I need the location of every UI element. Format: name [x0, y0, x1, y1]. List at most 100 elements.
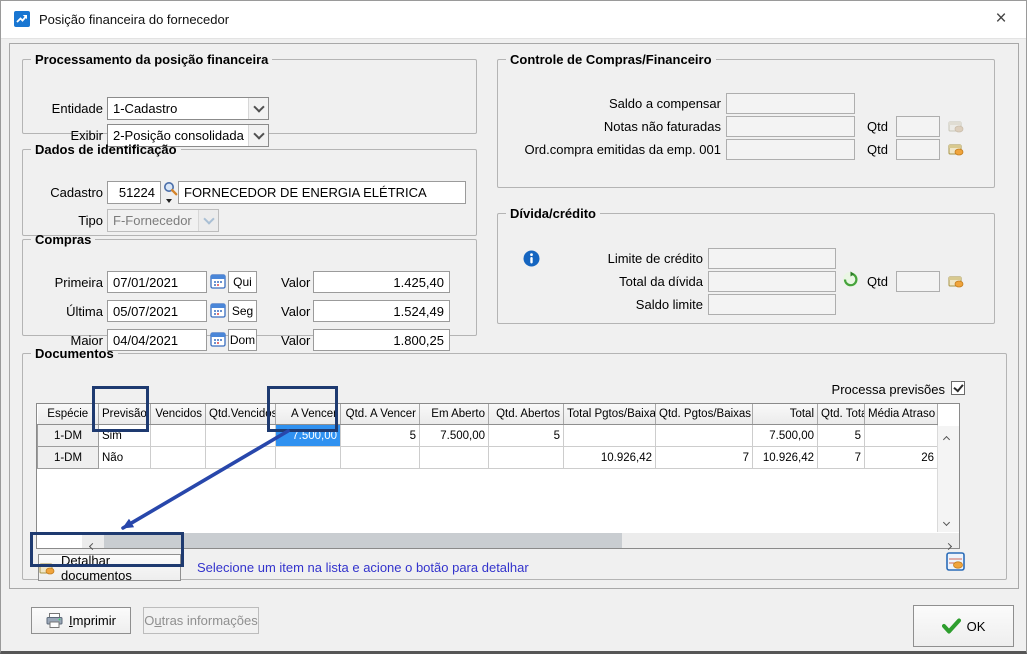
qtd-label: Qtd: [848, 119, 888, 135]
open-folder-hand-icon[interactable]: [948, 273, 964, 292]
compra-ultima-dia: Seg: [228, 300, 257, 322]
doc-cell[interactable]: 7: [656, 447, 753, 469]
day-value: Seg: [232, 304, 253, 318]
entidade-value: 1-Cadastro: [108, 101, 248, 116]
doc-col-header[interactable]: Total: [753, 404, 818, 425]
doc-cell[interactable]: Não: [99, 447, 151, 469]
date-value: 05/07/2021: [113, 304, 178, 319]
doc-cell[interactable]: [656, 425, 753, 447]
outras-informacoes-label: Outras informações: [144, 613, 257, 628]
close-icon[interactable]: ×: [988, 7, 1014, 31]
exibir-value: 2-Posição consolidada: [108, 128, 248, 143]
group-divida-title: Dívida/crédito: [506, 206, 600, 221]
grid-hand-icon[interactable]: [946, 552, 965, 574]
doc-cell[interactable]: 7.500,00: [276, 425, 341, 447]
ord-compra-field: [726, 139, 855, 160]
compra-primeira-data[interactable]: 07/01/2021: [107, 271, 207, 293]
doc-cell[interactable]: 10.926,42: [753, 447, 818, 469]
doc-col-header[interactable]: Qtd. Abertos: [489, 404, 564, 425]
scroll-down-icon[interactable]: [944, 513, 949, 528]
doc-cell[interactable]: Sim: [99, 425, 151, 447]
ord-qtd-field: [896, 139, 940, 160]
calendar-icon[interactable]: [210, 273, 226, 292]
doc-col-header[interactable]: Vencidos: [151, 404, 206, 425]
doc-col-header[interactable]: Qtd. A Vencer: [341, 404, 420, 425]
doc-cell[interactable]: 10.926,42: [564, 447, 656, 469]
compra-primeira-valor: 1.425,40: [313, 271, 450, 293]
app-icon: [14, 11, 30, 27]
detalhar-documentos-button[interactable]: Detalhar documentos: [38, 554, 181, 581]
group-controle: Controle de Compras/Financeiro Saldo a c…: [497, 52, 995, 188]
doc-cell[interactable]: [865, 425, 938, 447]
doc-cell[interactable]: [564, 425, 656, 447]
doc-row[interactable]: 1-DMNão10.926,42710.926,42726: [38, 447, 938, 469]
doc-col-header[interactable]: Média Atraso: [865, 404, 938, 425]
doc-col-header[interactable]: Espécie: [38, 404, 99, 425]
entidade-select[interactable]: 1-Cadastro: [107, 97, 269, 120]
scroll-left-icon[interactable]: [87, 537, 95, 552]
search-options-arrow-icon[interactable]: [166, 199, 172, 203]
total-divida-field: [708, 271, 836, 292]
printer-icon: [46, 613, 63, 628]
compra-ultima-data[interactable]: 05/07/2021: [107, 300, 207, 322]
doc-col-header[interactable]: Qtd. Total: [818, 404, 865, 425]
open-folder-hand-icon: [948, 118, 964, 137]
tipo-value: F-Fornecedor: [108, 213, 198, 228]
group-compras: Compras Primeira 07/01/2021 Qui Valor 1.…: [22, 232, 477, 336]
group-controle-title: Controle de Compras/Financeiro: [506, 52, 716, 67]
horizontal-scrollbar[interactable]: [82, 533, 959, 548]
chevron-down-icon: [198, 210, 218, 231]
ok-label: OK: [967, 619, 986, 634]
chevron-down-icon[interactable]: [248, 98, 268, 119]
search-icon[interactable]: [163, 181, 178, 199]
detalhar-hint-text: Selecione um item na lista e acione o bo…: [197, 560, 529, 575]
doc-cell[interactable]: 1-DM: [38, 447, 99, 469]
scroll-right-icon[interactable]: [946, 537, 954, 552]
doc-cell[interactable]: [206, 425, 276, 447]
cadastro-nome-field[interactable]: FORNECEDOR DE ENERGIA ELÉTRICA: [178, 181, 466, 204]
open-folder-hand-icon: [39, 560, 55, 576]
doc-row[interactable]: 1-DMSim7.500,0057.500,0057.500,005: [38, 425, 938, 447]
vertical-scrollbar[interactable]: [937, 426, 959, 532]
ord-compra-label: Ord.compra emitidas da emp. 001: [498, 142, 721, 158]
doc-col-header[interactable]: Em Aberto: [420, 404, 489, 425]
processa-previsoes-checkbox[interactable]: [951, 381, 965, 395]
scroll-up-icon[interactable]: [944, 430, 949, 445]
doc-cell[interactable]: 1-DM: [38, 425, 99, 447]
scrollbar-thumb[interactable]: [104, 533, 622, 548]
doc-cell[interactable]: [276, 447, 341, 469]
doc-cell[interactable]: 5: [818, 425, 865, 447]
cadastro-nome-value: FORNECEDOR DE ENERGIA ELÉTRICA: [184, 185, 427, 200]
doc-cell[interactable]: 26: [865, 447, 938, 469]
doc-col-header[interactable]: Qtd.Vencidos: [206, 404, 276, 425]
doc-cell[interactable]: 7.500,00: [420, 425, 489, 447]
doc-col-header[interactable]: Qtd. Pgtos/Baixas: [656, 404, 753, 425]
doc-cell[interactable]: [341, 447, 420, 469]
calendar-icon[interactable]: [210, 302, 226, 321]
doc-cell[interactable]: [420, 447, 489, 469]
doc-cell[interactable]: 7.500,00: [753, 425, 818, 447]
group-documentos-title: Documentos: [31, 346, 118, 361]
doc-cell[interactable]: 7: [818, 447, 865, 469]
doc-cell[interactable]: 5: [341, 425, 420, 447]
notas-nao-faturadas-label: Notas não faturadas: [498, 119, 721, 135]
doc-col-header[interactable]: A Vencer: [276, 404, 341, 425]
ok-button[interactable]: OK: [913, 605, 1014, 647]
tipo-label: Tipo: [23, 213, 103, 229]
doc-cell[interactable]: [489, 447, 564, 469]
entidade-label: Entidade: [23, 101, 103, 117]
doc-col-header[interactable]: Previsão: [99, 404, 151, 425]
cadastro-input[interactable]: 51224: [107, 181, 161, 204]
doc-cell[interactable]: [151, 425, 206, 447]
doc-table-grid[interactable]: EspéciePrevisãoVencidosQtd.VencidosA Ven…: [37, 404, 938, 469]
doc-col-header[interactable]: Total Pgtos/Baixas: [564, 404, 656, 425]
open-folder-hand-icon[interactable]: [948, 141, 964, 160]
doc-header-row: EspéciePrevisãoVencidosQtd.VencidosA Ven…: [38, 404, 938, 425]
processa-previsoes-label: Processa previsões: [723, 382, 945, 398]
doc-cell[interactable]: [206, 447, 276, 469]
doc-cell[interactable]: 5: [489, 425, 564, 447]
group-compras-title: Compras: [31, 232, 95, 247]
limite-credito-field: [708, 248, 836, 269]
imprimir-button[interactable]: Imprimir: [31, 607, 131, 634]
doc-cell[interactable]: [151, 447, 206, 469]
